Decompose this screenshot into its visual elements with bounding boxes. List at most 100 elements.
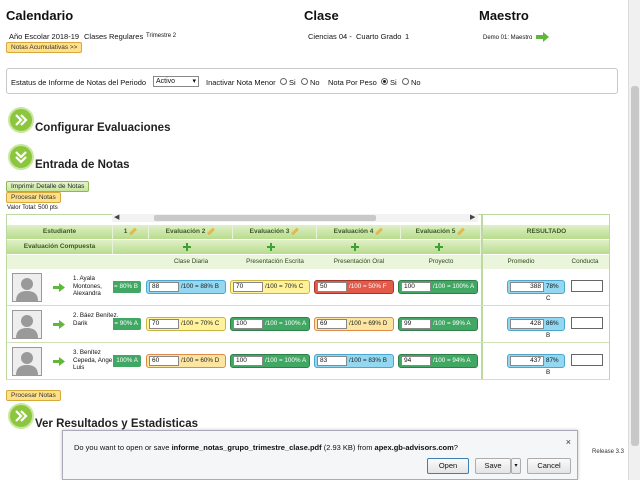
average-cell: 428 86% B xyxy=(507,317,565,339)
average-input[interactable]: 437 xyxy=(510,356,544,366)
eval-2-cell: 60/100 = 60% D xyxy=(146,354,226,368)
eval-1-cell: = 80% B xyxy=(112,280,142,294)
conducta-header: Conducta xyxy=(559,255,609,269)
eval-1-cell: = 90% A xyxy=(112,317,142,331)
expand-results-icon[interactable] xyxy=(8,403,34,429)
download-site: apex.gb-advisors.com xyxy=(374,443,454,452)
grade-input[interactable]: 69 xyxy=(317,319,347,329)
conduct-input[interactable] xyxy=(571,354,603,366)
conduct-input[interactable] xyxy=(571,280,603,292)
average-cell: 437 87% B xyxy=(507,354,565,376)
grade-input[interactable]: 70 xyxy=(149,319,179,329)
pencil-icon[interactable] xyxy=(129,227,138,236)
expand-configure-icon[interactable] xyxy=(8,107,34,133)
eval-1-header: 1 xyxy=(113,225,149,239)
average-input[interactable]: 388 xyxy=(510,282,544,292)
eval-4-header: Evaluación 4 xyxy=(317,225,401,239)
results-section-title[interactable]: Ver Resultados y Estadisticas xyxy=(35,418,198,430)
scroll-left-icon[interactable]: ◀ xyxy=(114,213,119,221)
inactivate-si-label: Si xyxy=(289,78,296,87)
pencil-icon[interactable] xyxy=(291,227,300,236)
composite-result-cell xyxy=(483,240,609,254)
grade-number: 1 xyxy=(405,32,410,41)
grade-input[interactable]: 99 xyxy=(401,319,431,329)
page: Calendario Clase Maestro Año Escolar 201… xyxy=(0,0,628,480)
eval-2-header: Evaluación 2 xyxy=(149,225,233,239)
grade-input[interactable]: 88 xyxy=(149,282,179,292)
result-header: RESULTADO xyxy=(483,225,609,239)
weight-si-label: Si xyxy=(390,78,397,87)
status-select[interactable]: Activo xyxy=(153,76,199,87)
add-eval-2-icon[interactable] xyxy=(183,243,191,251)
composite-header: Evaluación Compuesta xyxy=(7,240,113,254)
pencil-icon[interactable] xyxy=(207,227,216,236)
subheader-eval-1 xyxy=(113,255,149,269)
calendar-header: Calendario xyxy=(6,8,74,23)
weight-si-radio[interactable] xyxy=(381,78,388,85)
save-button[interactable]: Save xyxy=(475,458,511,474)
grade-input[interactable]: 100 xyxy=(233,356,263,366)
average-cell: 388 78% C xyxy=(507,280,565,302)
teacher-header: Maestro xyxy=(479,8,529,23)
notes-accumulative-button[interactable]: Notas Acumulativas >> xyxy=(6,42,83,53)
page-vertical-scrollbar[interactable] xyxy=(628,0,640,480)
close-icon[interactable]: × xyxy=(566,437,571,447)
weight-no-radio[interactable] xyxy=(402,78,409,85)
student-arrow-icon[interactable] xyxy=(53,357,65,366)
save-options-dropdown[interactable]: ▾ xyxy=(511,458,521,474)
add-eval-3-icon[interactable] xyxy=(267,243,275,251)
print-detail-button[interactable]: Imprimir Detalle de Notas xyxy=(6,181,90,192)
eval-4-cell: 50/100 = 50% F xyxy=(314,280,394,294)
grade-input[interactable]: 100 xyxy=(401,282,431,292)
grade: Cuarto Grado xyxy=(356,32,402,41)
process-notes-bottom-button[interactable]: Procesar Notas xyxy=(6,390,61,401)
teacher-arrow-icon[interactable] xyxy=(536,32,549,42)
open-button[interactable]: Open xyxy=(427,458,469,474)
grid-horizontal-scrollbar[interactable]: ◀ ▶ xyxy=(112,214,478,222)
eval-4-cell: 83/100 = 83% B xyxy=(314,354,394,368)
scroll-thumb[interactable] xyxy=(631,86,639,446)
weight-no-label: No xyxy=(411,78,421,87)
class-header: Clase xyxy=(304,8,339,23)
grade-input[interactable]: 60 xyxy=(149,356,179,366)
inactivate-si-radio[interactable] xyxy=(280,78,287,85)
add-eval-5-icon[interactable] xyxy=(435,243,443,251)
pencil-icon[interactable] xyxy=(375,227,384,236)
grade-input[interactable]: 70 xyxy=(233,282,263,292)
weight-label: Nota Por Peso xyxy=(328,78,377,87)
composite-add-row xyxy=(113,240,481,254)
grade-input[interactable]: 100 xyxy=(233,319,263,329)
average-input[interactable]: 428 xyxy=(510,319,544,329)
collapse-entry-icon[interactable] xyxy=(8,144,34,170)
grade-input[interactable]: 50 xyxy=(317,282,347,292)
eval-5-cell: 100/100 = 100% A xyxy=(398,280,478,294)
pencil-icon[interactable] xyxy=(457,227,466,236)
download-dialog: Do you want to open or save informe_nota… xyxy=(62,430,578,480)
class-name: Ciencias 04 - xyxy=(308,32,352,41)
teacher-name: Demo 01: Maestro xyxy=(483,35,533,41)
grade-input[interactable]: 83 xyxy=(317,356,347,366)
eval-3-header: Evaluación 3 xyxy=(233,225,317,239)
grade-input[interactable]: 94 xyxy=(401,356,431,366)
table-row: 1. Ayala Montones, Alexandra = 80% B 88/… xyxy=(7,269,609,306)
avatar xyxy=(12,347,42,376)
configure-section-title[interactable]: Configurar Evaluaciones xyxy=(35,122,170,134)
eval-3-cell: 100/100 = 100% A xyxy=(230,354,310,368)
inactivate-no-radio[interactable] xyxy=(301,78,308,85)
eval-5-cell: 99/100 = 99% A xyxy=(398,317,478,331)
process-notes-button[interactable]: Procesar Notas xyxy=(6,192,61,203)
download-message: Do you want to open or save informe_nota… xyxy=(74,443,458,452)
student-arrow-icon[interactable] xyxy=(53,283,65,292)
cancel-button[interactable]: Cancel xyxy=(527,458,571,474)
eval-1-cell: 100% A xyxy=(112,354,142,368)
conduct-input[interactable] xyxy=(571,317,603,329)
filter-bar: Estatus de Informe de Notas del Periodo … xyxy=(6,68,618,94)
add-eval-4-icon[interactable] xyxy=(351,243,359,251)
student-arrow-icon[interactable] xyxy=(53,320,65,329)
scroll-thumb[interactable] xyxy=(154,215,376,221)
entry-section-title: Entrada de Notas xyxy=(35,159,130,171)
type-clase-diaria: Clase Diaria xyxy=(149,255,233,269)
scroll-right-icon[interactable]: ▶ xyxy=(470,213,475,221)
eval-4-cell: 69/100 = 69% D xyxy=(314,317,394,331)
school-year: Año Escolar 2018-19 xyxy=(9,32,80,41)
